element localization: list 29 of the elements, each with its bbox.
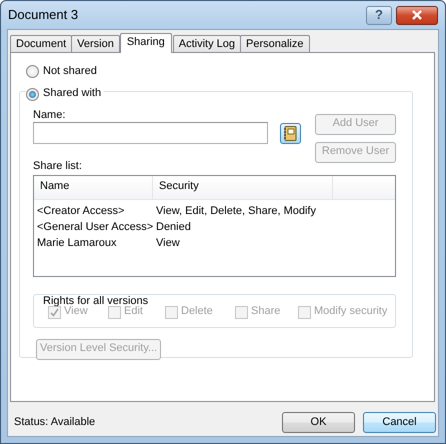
list-label: Share list: xyxy=(33,160,83,174)
radio-label[interactable]: Not shared xyxy=(43,65,97,79)
radio-button[interactable] xyxy=(26,65,39,78)
tab[interactable]: Version xyxy=(71,35,120,52)
tab[interactable]: Personalize xyxy=(240,35,310,52)
window-title: Document 3 xyxy=(8,6,78,24)
column-header[interactable]: Name xyxy=(34,176,153,198)
list-cell-text: <Creator Access> xyxy=(36,204,126,218)
list-cell-text: View xyxy=(155,236,181,250)
list-cell-text: View, Edit, Delete, Share, Modify xyxy=(155,204,317,218)
book-icon xyxy=(284,126,297,141)
status-text: Status: Available xyxy=(14,416,96,430)
radio-button[interactable] xyxy=(26,88,39,101)
field-label: Name: xyxy=(33,108,66,122)
name-field[interactable] xyxy=(33,122,268,144)
tab[interactable]: Sharing xyxy=(120,33,172,53)
group-title: Rights for all versions xyxy=(43,294,148,306)
list-cell-text: <General User Access> xyxy=(36,220,153,234)
column-header[interactable]: Security xyxy=(153,176,333,198)
dialog-button[interactable]: Cancel xyxy=(363,412,436,433)
tab[interactable]: Document xyxy=(10,35,72,52)
address-book-button[interactable] xyxy=(280,122,301,144)
list-cell-text: Denied xyxy=(155,220,192,234)
list-cell-text: Marie Lamaroux xyxy=(36,236,118,250)
close-icon xyxy=(411,10,423,20)
close-button[interactable] xyxy=(396,6,438,24)
help-button[interactable]: ? xyxy=(366,6,392,24)
dialog-button[interactable]: OK xyxy=(282,412,355,433)
tab[interactable]: Activity Log xyxy=(172,35,242,52)
